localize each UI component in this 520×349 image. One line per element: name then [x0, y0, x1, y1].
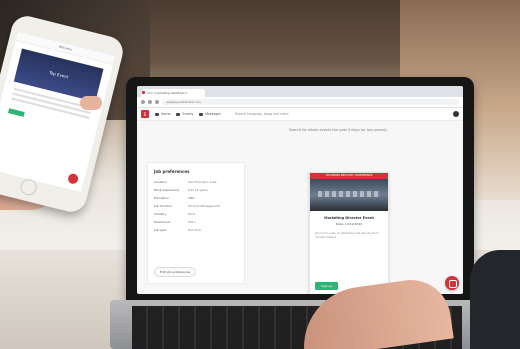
pref-value: Product Management: [188, 204, 221, 208]
browser-tab-title: Your marketing dashboard: [147, 91, 187, 95]
pref-row: Job function Product Management: [148, 202, 244, 210]
url-bar[interactable]: eagleeyenetworks.com: [162, 99, 459, 105]
pref-value: San Francisco Area: [188, 180, 217, 184]
pref-label: Job type: [154, 228, 167, 232]
search-hint: Search for whole events the past 4 days …: [289, 128, 387, 132]
nav-label: Events: [182, 112, 194, 116]
edit-preferences-button[interactable]: Edit job preferences: [154, 267, 197, 277]
card-description: Join us for a day of networking and lear…: [315, 232, 379, 239]
event-card: UPCOMING INDUSTRY CONFERENCE Marketing D…: [309, 172, 389, 294]
person-shirt: [470, 250, 520, 349]
nav-label: Home: [161, 112, 171, 116]
pref-label: Work experience: [154, 188, 180, 192]
pref-label: Industry: [154, 212, 167, 216]
pref-label: Headcount: [154, 220, 171, 224]
smartphone: Welcome Top Event: [0, 12, 127, 216]
back-icon[interactable]: [141, 100, 145, 104]
pref-label: Location: [154, 180, 167, 184]
address-row: eagleeyenetworks.com: [137, 97, 463, 108]
pref-label: Job function: [154, 204, 172, 208]
nav-item-messages[interactable]: Messages: [199, 112, 221, 116]
app-logo[interactable]: E: [141, 110, 149, 118]
photo-scene: Your marketing dashboard eagleeyenetwork…: [0, 0, 520, 349]
home-icon: [155, 112, 159, 116]
job-preferences-panel: Job preferences Location San Francisco Ar…: [147, 162, 245, 284]
pref-value: Full time: [188, 228, 201, 232]
nav-label: Messages: [205, 112, 221, 116]
sign-up-button[interactable]: Sign up: [315, 282, 339, 290]
reload-icon[interactable]: [155, 100, 159, 104]
avatar-icon[interactable]: [453, 111, 459, 117]
forward-icon[interactable]: [148, 100, 152, 104]
browser-tab[interactable]: Your marketing dashboard: [141, 89, 205, 97]
laptop-screen: Your marketing dashboard eagleeyenetwork…: [137, 86, 463, 294]
chat-icon: [176, 112, 181, 116]
pref-row: Location San Francisco Area: [148, 178, 244, 186]
pref-value: 8 to 10 years: [188, 188, 208, 192]
pref-row: Work experience 8 to 10 years: [148, 186, 244, 194]
pref-row: Industry Tech: [148, 210, 244, 218]
nav-item-events[interactable]: Events: [176, 112, 193, 116]
pref-row: Headcount 501+: [148, 218, 244, 226]
message-icon: [199, 112, 204, 116]
pref-value: 501+: [188, 220, 197, 224]
pref-row: Job type Full time: [148, 226, 244, 234]
pref-value: Tech: [188, 212, 195, 216]
card-title: Marketing Director Event: [324, 216, 374, 220]
nav-item-home[interactable]: Home: [155, 112, 170, 116]
favicon-icon: [142, 91, 145, 94]
phone-fab-icon[interactable]: [66, 172, 80, 185]
fab-icon[interactable]: [445, 276, 459, 290]
phone-primary-button[interactable]: [8, 108, 25, 117]
thumb: [80, 96, 102, 110]
panel-title: Job preferences: [154, 169, 190, 174]
laptop: Your marketing dashboard eagleeyenetwork…: [126, 77, 474, 303]
card-image: [310, 179, 388, 211]
pref-row: Education MBA: [148, 194, 244, 202]
browser-tab-strip: Your marketing dashboard: [137, 86, 463, 97]
main-content: Search for whole events the past 4 days …: [137, 120, 463, 294]
app-search[interactable]: Search hangouts, blogs and more: [235, 112, 289, 116]
phone-screen: Welcome Top Event: [0, 32, 115, 193]
pref-value: MBA: [188, 196, 195, 200]
pref-label: Education: [154, 196, 169, 200]
